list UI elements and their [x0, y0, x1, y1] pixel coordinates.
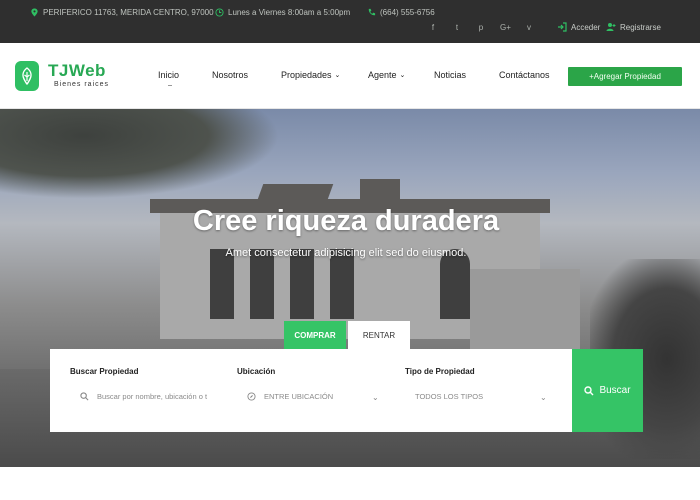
hours-info: Lunes a Viernes 8:00am a 5:00pm — [215, 8, 350, 17]
nav-agente-label: Agente — [368, 70, 397, 80]
logo-icon — [22, 67, 32, 85]
clock-icon — [215, 8, 224, 17]
search-panel: Buscar Propiedad Buscar por nombre, ubic… — [50, 349, 643, 432]
nav-propiedades[interactable]: Propiedades ⌄ — [281, 70, 340, 80]
phone-icon — [368, 8, 376, 16]
chevron-down-icon[interactable]: ⌄ — [372, 393, 379, 402]
add-property-button[interactable]: +Agregar Propiedad — [568, 67, 682, 86]
location-label: Ubicación — [237, 367, 276, 376]
location-value: ENTRE UBICACIÓN — [264, 392, 334, 401]
top-info-bar: PERIFERICO 11763, MERIDA CENTRO, 97000 L… — [0, 0, 700, 43]
search-button[interactable]: Buscar — [572, 349, 643, 432]
brand-name[interactable]: TJWeb — [48, 61, 106, 81]
chevron-down-icon: ⌄ — [334, 72, 341, 79]
chevron-down-icon[interactable]: ⌄ — [540, 393, 547, 402]
page-bottom — [0, 467, 700, 500]
nav-inicio[interactable]: Inicio — [158, 70, 179, 80]
location-select[interactable]: ENTRE UBICACIÓN — [247, 392, 333, 401]
login-link[interactable]: Acceder — [557, 22, 600, 32]
hours-text: Lunes a Viernes 8:00am a 5:00pm — [228, 8, 351, 17]
hero-title: Cree riqueza duradera — [192, 205, 500, 237]
search-button-label: Buscar — [599, 385, 631, 396]
hero-subtitle: Amet consectetur adipisicing elit sed do… — [225, 247, 467, 259]
nav-nosotros[interactable]: Nosotros — [212, 70, 248, 80]
chevron-down-icon: ⌄ — [399, 72, 406, 79]
login-label: Acceder — [571, 22, 601, 32]
logo-badge[interactable] — [15, 61, 39, 91]
nav-propiedades-label: Propiedades — [281, 70, 332, 80]
login-icon — [558, 22, 567, 32]
facebook-icon[interactable]: f — [428, 23, 438, 32]
nav-noticias[interactable]: Noticias — [434, 70, 466, 80]
property-search-placeholder: Buscar por nombre, ubicación o t — [97, 392, 208, 401]
nav-agente[interactable]: Agente ⌄ — [368, 70, 405, 80]
google-plus-icon[interactable]: G+ — [500, 23, 511, 32]
social-links: f t p G+ v — [428, 23, 534, 32]
register-link[interactable]: Registrarse — [606, 22, 661, 32]
property-type-label: Tipo de Propiedad — [405, 367, 475, 376]
nav-noticias-label: Noticias — [434, 70, 467, 80]
brand-tagline: Bienes raices — [54, 81, 110, 88]
compass-icon — [247, 392, 256, 401]
vimeo-icon[interactable]: v — [524, 23, 534, 32]
nav-contactanos-label: Contáctanos — [499, 70, 550, 80]
nav-inicio-label: Inicio — [158, 70, 180, 80]
tab-comprar[interactable]: COMPRAR — [284, 321, 346, 349]
property-type-value: TODOS LOS TIPOS — [415, 392, 484, 401]
register-label: Registrarse — [620, 22, 661, 32]
nav-contactanos[interactable]: Contáctanos — [499, 70, 550, 80]
property-search-label: Buscar Propiedad — [70, 367, 139, 376]
twitter-icon[interactable]: t — [452, 23, 462, 32]
property-type-select[interactable]: TODOS LOS TIPOS — [415, 392, 483, 401]
phone-info[interactable]: (664) 555-6756 — [367, 8, 435, 17]
property-search-input[interactable]: Buscar por nombre, ubicación o t — [80, 392, 207, 401]
search-icon — [584, 385, 594, 395]
location-pin-icon — [31, 8, 38, 17]
pinterest-icon[interactable]: p — [476, 23, 486, 32]
phone-text: (664) 555-6756 — [380, 8, 435, 17]
main-navigation: TJWeb Bienes raices Inicio Nosotros Prop… — [0, 43, 700, 109]
active-indicator — [168, 85, 172, 86]
address-info: PERIFERICO 11763, MERIDA CENTRO, 97000 — [30, 8, 214, 17]
nav-nosotros-label: Nosotros — [212, 70, 249, 80]
add-user-icon — [606, 23, 616, 31]
address-text: PERIFERICO 11763, MERIDA CENTRO, 97000 — [43, 8, 214, 17]
search-icon — [80, 392, 89, 401]
tab-rentar[interactable]: RENTAR — [348, 321, 410, 349]
